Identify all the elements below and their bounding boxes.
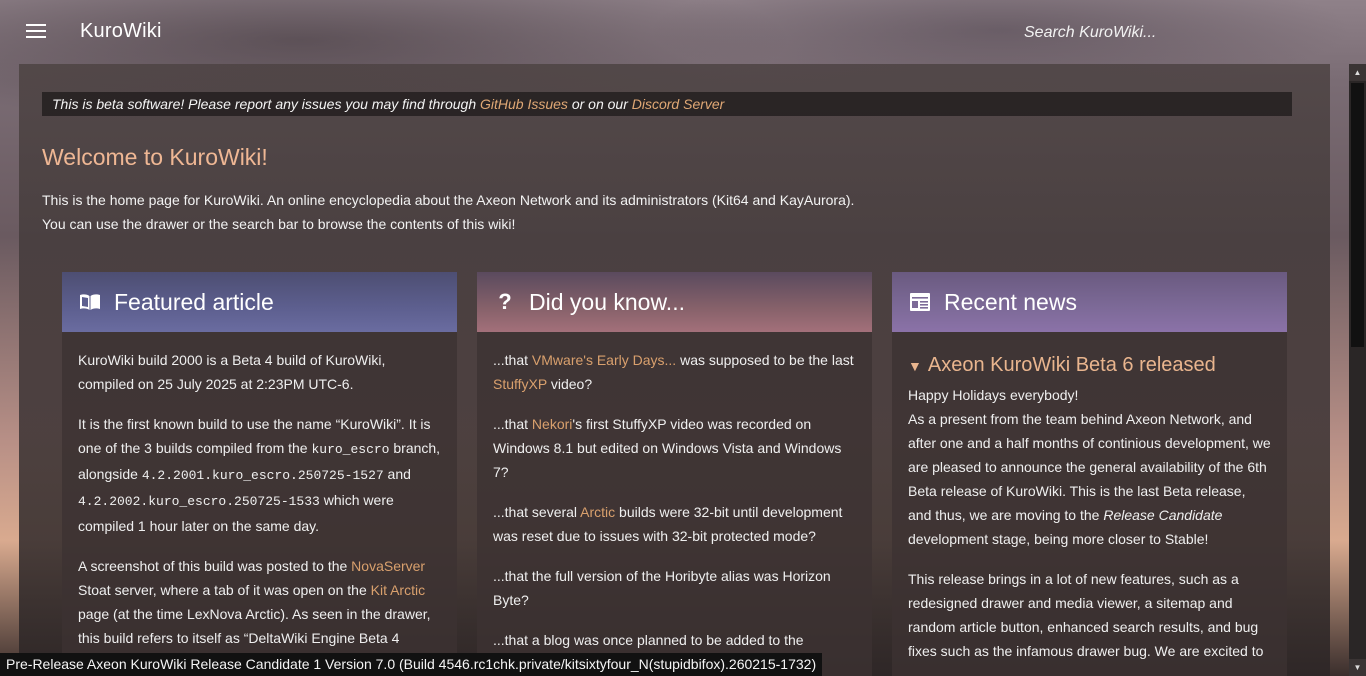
fact-2: ...that Nekori's first StuffyXP video wa… (493, 416, 842, 480)
book-icon (78, 290, 102, 314)
nekori-link[interactable]: Nekori (532, 416, 572, 432)
build-code-2: 4.2.2002.kuro_escro.250725-1533 (78, 494, 320, 509)
search-input[interactable] (1024, 20, 1324, 46)
fact-1: ...that VMware's Early Days... was suppo… (493, 352, 854, 392)
menu-icon[interactable] (20, 18, 52, 46)
scrollbar-thumb[interactable] (1351, 83, 1364, 347)
recent-news-body: ▼ Axeon KuroWiki Beta 6 released Happy Ho… (892, 332, 1287, 676)
featured-paragraph-2: It is the first known build to use the n… (78, 416, 441, 534)
intro-text: This is the home page for KuroWiki. An o… (42, 188, 854, 236)
status-bar: Pre-Release Axeon KuroWiki Release Candi… (0, 653, 823, 676)
news-paragraph-2: This release brings in a lot of new feat… (908, 571, 1264, 659)
scroll-up-icon[interactable]: ▲ (1349, 64, 1366, 81)
intro-line-2: You can use the drawer or the search bar… (42, 216, 516, 232)
recent-news-title: Recent news (944, 288, 1077, 315)
fact-5: ...that a blog was once planned to be ad… (493, 632, 804, 648)
featured-article-header: Featured article (62, 272, 457, 332)
page-scrollbar[interactable]: ▲ ▼ (1349, 64, 1366, 676)
news-item-title[interactable]: ▼ Axeon KuroWiki Beta 6 released (908, 352, 1271, 379)
site-title[interactable]: KuroWiki (80, 20, 162, 43)
recent-news-header: Recent news (892, 272, 1287, 332)
fact-4: ...that the full version of the Horibyte… (493, 568, 831, 608)
featured-article-body: KuroWiki build 2000 is a Beta 4 build of… (62, 332, 457, 676)
main-content: This is beta software! Please report any… (19, 64, 1330, 676)
beta-banner: This is beta software! Please report any… (42, 92, 1292, 116)
intro-line-1: This is the home page for KuroWiki. An o… (42, 192, 855, 208)
did-you-know-header: ? Did you know... (477, 272, 872, 332)
build-code-1: 4.2.2001.kuro_escro.250725-1527 (141, 468, 384, 483)
newspaper-icon (908, 290, 932, 314)
news-paragraph-1: Happy Holidays everybody! As a present fr… (908, 387, 1271, 547)
discord-server-link[interactable]: Discord Server (632, 96, 725, 112)
fact-3: ...that several Arctic builds were 32-bi… (493, 504, 843, 544)
page-title: Welcome to KuroWiki! (42, 144, 268, 170)
did-you-know-title: Did you know... (529, 288, 685, 315)
arctic-link[interactable]: Arctic (580, 504, 615, 520)
featured-article-title: Featured article (114, 288, 274, 315)
github-issues-link[interactable]: GitHub Issues (480, 96, 568, 112)
branch-code: kuro_escro (311, 442, 390, 457)
expand-triangle-icon[interactable]: ▼ (908, 358, 922, 374)
did-you-know-body: ...that VMware's Early Days... was suppo… (477, 332, 872, 676)
recent-news-card: Recent news ▼ Axeon KuroWiki Beta 6 relea… (892, 272, 1287, 676)
top-app-bar: KuroWiki (0, 0, 1366, 64)
did-you-know-card: ? Did you know... ...that VMware's Early… (477, 272, 872, 676)
vmware-early-days-link[interactable]: VMware's Early Days... (532, 352, 676, 368)
banner-text: This is beta software! Please report any… (52, 96, 480, 112)
novaserver-link[interactable]: NovaServer (351, 558, 425, 574)
banner-text-middle: or on our (567, 96, 632, 112)
scroll-down-icon[interactable]: ▼ (1349, 659, 1366, 676)
featured-article-card: Featured article KuroWiki build 2000 is … (62, 272, 457, 676)
featured-paragraph-3: A screenshot of this build was posted to… (78, 558, 431, 646)
featured-paragraph-1: KuroWiki build 2000 is a Beta 4 build of… (78, 352, 386, 392)
kit-arctic-link[interactable]: Kit Arctic (371, 582, 425, 598)
question-icon: ? (498, 289, 512, 314)
stuffyxp-link[interactable]: StuffyXP (493, 376, 547, 392)
